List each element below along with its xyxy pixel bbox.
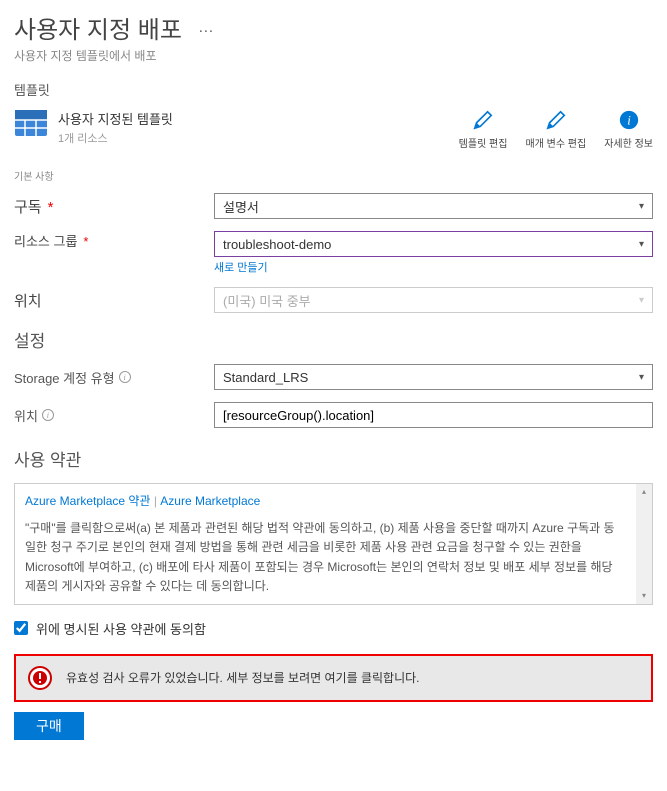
resource-group-select[interactable]: troubleshoot-demo ▾ [214,231,653,257]
storage-type-select[interactable]: Standard_LRS ▾ [214,364,653,390]
svg-text:i: i [627,114,631,128]
info-icon[interactable]: i [119,371,131,383]
edit-params-button[interactable]: 매개 변수 편집 [525,109,586,150]
agree-label: 위에 명시된 사용 약관에 동의함 [36,619,206,638]
validation-error-bar[interactable]: 유효성 검사 오류가 있었습니다. 세부 정보를 보려면 여기를 클릭합니다. [14,654,653,702]
basics-location-select: (미국) 미국 중부 ▾ [214,287,653,313]
page-title: 사용자 지정 배포 [14,10,182,45]
storage-type-label: Storage 계정 유형 i [14,368,214,387]
edit-template-button[interactable]: 템플릿 편집 [459,109,508,150]
agree-checkbox[interactable] [14,621,28,635]
more-info-button[interactable]: i 자세한 정보 [604,109,653,150]
scroll-up-icon[interactable]: ▴ [636,484,652,500]
template-resources-count: 1개 리소스 [58,130,173,146]
subscription-value: 설명서 [223,197,259,216]
template-name: 사용자 지정된 템플릿 [58,109,173,128]
error-icon [28,666,52,690]
chevron-down-icon: ▾ [639,201,644,212]
basics-heading: 기본 사항 [14,168,653,183]
terms-link-2[interactable]: Azure Marketplace [160,494,260,508]
settings-location-label: 위치 i [14,406,214,425]
agree-checkbox-row[interactable]: 위에 명시된 사용 약관에 동의함 [14,619,653,638]
resource-group-label: 리소스 그룹* [14,231,214,250]
template-heading: 템플릿 [14,80,653,99]
buy-button[interactable]: 구매 [14,712,84,740]
resource-group-value: troubleshoot-demo [223,237,331,252]
pencil-icon [545,109,567,131]
chevron-down-icon: ▾ [639,372,644,383]
terms-scrollbar[interactable]: ▴ ▾ [636,484,652,604]
subscription-label: 구독* [14,196,214,217]
chevron-down-icon: ▾ [639,239,644,250]
scroll-down-icon[interactable]: ▾ [636,588,652,604]
terms-link-1[interactable]: Azure Marketplace 약관 [25,494,150,508]
chevron-down-icon: ▾ [639,295,644,306]
create-new-link[interactable]: 새로 만들기 [214,259,268,275]
settings-location-input[interactable] [214,402,653,428]
basics-location-label: 위치 [14,290,214,311]
more-info-label: 자세한 정보 [604,135,653,150]
template-summary-row: 사용자 지정된 템플릿 1개 리소스 템플릿 편집 매개 변수 편집 i 자세한… [14,109,653,150]
more-menu-button[interactable]: … [198,19,214,37]
settings-heading: 설정 [14,327,653,352]
basics-location-value: (미국) 미국 중부 [223,291,311,310]
info-icon[interactable]: i [42,409,54,421]
edit-params-label: 매개 변수 편집 [525,135,586,150]
edit-template-label: 템플릿 편집 [459,135,508,150]
info-icon: i [618,109,640,131]
terms-heading: 사용 약관 [14,446,653,471]
storage-type-value: Standard_LRS [223,370,308,385]
terms-body-text: "구매"를 클릭함으로써(a) 본 제품과 관련된 해당 법적 약관에 동의하고… [25,519,642,596]
page-subtitle: 사용자 지정 템플릿에서 배포 [14,47,653,64]
terms-box: Azure Marketplace 약관 | Azure Marketplace… [14,483,653,605]
subscription-select[interactable]: 설명서 ▾ [214,193,653,219]
template-icon [14,109,48,137]
error-message: 유효성 검사 오류가 있었습니다. 세부 정보를 보려면 여기를 클릭합니다. [66,669,420,686]
pencil-icon [472,109,494,131]
